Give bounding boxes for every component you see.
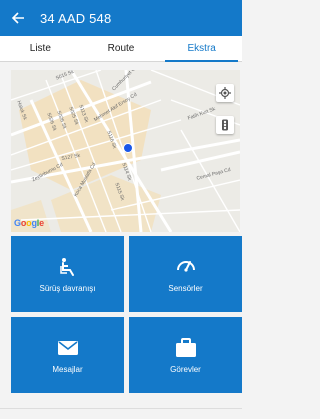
tile-label: Mesajlar: [52, 364, 83, 374]
crosshair-icon: [219, 87, 231, 99]
my-location-button[interactable]: [216, 84, 234, 102]
bottom-divider: [0, 408, 242, 419]
tile-label: Sürüş davranışı: [39, 283, 96, 293]
messages-button[interactable]: Mesajlar: [11, 317, 124, 393]
traffic-light-icon: [222, 119, 228, 131]
gauge-icon: [175, 256, 197, 278]
tasks-button[interactable]: Görevler: [129, 317, 242, 393]
briefcase-icon: [175, 337, 197, 359]
tab-ekstra[interactable]: Ekstra: [161, 36, 242, 62]
sensors-button[interactable]: Sensörler: [129, 236, 242, 312]
back-button[interactable]: [0, 0, 36, 36]
traffic-layer-button[interactable]: [216, 116, 234, 134]
app-bar: 34 AAD 548: [0, 0, 242, 36]
driver-seat-icon: [57, 256, 79, 278]
tab-route[interactable]: Route: [81, 36, 162, 61]
tile-label: Sensörler: [168, 283, 203, 293]
map-view[interactable]: S015 Sk Cumhuriyet Cd Mehmet Akif Ersoy …: [11, 70, 240, 232]
tile-label: Görevler: [170, 364, 201, 374]
google-logo: Google: [14, 218, 44, 228]
envelope-icon: [57, 337, 79, 359]
map-streets: [11, 70, 240, 232]
vehicle-location-marker: [123, 143, 133, 153]
tab-bar: Liste Route Ekstra: [0, 36, 242, 62]
page-title: 34 AAD 548: [40, 10, 112, 26]
back-arrow-icon: [11, 12, 24, 24]
driving-behavior-button[interactable]: Sürüş davranışı: [11, 236, 124, 312]
tab-liste[interactable]: Liste: [0, 36, 81, 61]
